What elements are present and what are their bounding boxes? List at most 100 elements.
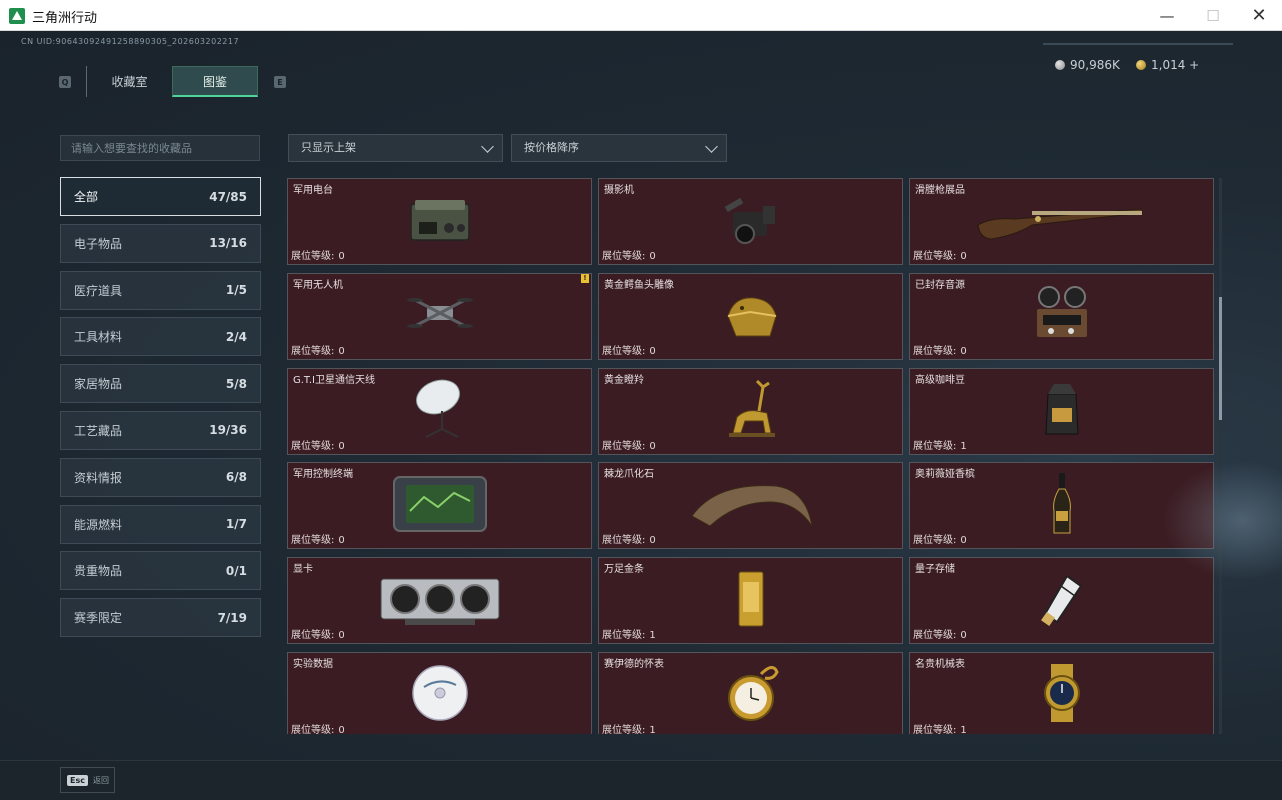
collection-item-card[interactable]: 量子存储 展位等级: 0 bbox=[909, 557, 1214, 645]
collection-item-card[interactable]: 黄金瞪羚展位等级: 0 bbox=[598, 367, 903, 455]
collection-item-card[interactable]: 黄金鳄鱼头雕像 展位等级: 0 bbox=[598, 272, 903, 360]
item-image bbox=[405, 288, 475, 344]
item-level-label: 展位等级: bbox=[291, 345, 335, 357]
collection-item-card[interactable]: 奥莉薇娅香槟 展位等级: 0 bbox=[909, 462, 1214, 550]
app-logo-icon bbox=[9, 8, 25, 24]
item-level-label: 展位等级: bbox=[602, 345, 646, 357]
item-grid: 军用电台 展位等级: 0 摄影机 展位等级: 0 滑膛枪展品 展位等级: 0 军用无人机 展位等级:… bbox=[287, 178, 1214, 734]
item-name: 已封存音源 bbox=[915, 279, 965, 291]
category-label: 资料情报 bbox=[74, 470, 123, 485]
item-level: 展位等级: 0 bbox=[602, 437, 656, 452]
item-image bbox=[720, 286, 782, 346]
item-level-label: 展位等级: bbox=[602, 630, 646, 642]
search-input[interactable] bbox=[60, 135, 260, 161]
collection-item-card[interactable]: 军用无人机展位等级: 0! bbox=[287, 272, 592, 360]
category-count: 5/8 bbox=[225, 376, 247, 391]
tab-catalog[interactable]: 图鉴 bbox=[172, 66, 258, 97]
header-divider bbox=[1043, 43, 1233, 45]
item-level-label: 展位等级: bbox=[602, 535, 646, 547]
item-image bbox=[405, 192, 475, 252]
collection-item-card[interactable]: 显卡 展位等级: 0 bbox=[287, 557, 592, 645]
collection-item-card[interactable]: 已封存音源 展位等级: 0 bbox=[909, 272, 1214, 360]
item-level-label: 展位等级: bbox=[913, 251, 957, 262]
category-label: 工艺藏品 bbox=[74, 423, 123, 438]
category-label: 能源燃料 bbox=[74, 517, 123, 532]
item-name: 高级咖啡豆 bbox=[915, 374, 965, 386]
category-count: 1/7 bbox=[225, 517, 247, 532]
item-image bbox=[410, 663, 470, 727]
category-item[interactable]: 工具材料 2/4 bbox=[60, 317, 261, 357]
minimize-button[interactable]: — bbox=[1144, 0, 1190, 31]
category-count: 1/5 bbox=[225, 283, 247, 298]
maximize-button[interactable]: ☐ bbox=[1190, 0, 1236, 31]
collection-item-card[interactable]: 滑膛枪展品展位等级: 0 bbox=[909, 178, 1214, 265]
item-level-value: 0 bbox=[338, 345, 345, 357]
shelf-filter-dropdown[interactable]: 只显示上架 bbox=[288, 134, 503, 162]
item-image bbox=[375, 571, 505, 631]
item-image bbox=[1037, 570, 1087, 632]
sort-dropdown[interactable]: 按价格降序 bbox=[511, 134, 727, 162]
item-level-label: 展位等级: bbox=[602, 724, 646, 734]
item-level: 展位等级: 0 bbox=[602, 247, 656, 262]
item-level: 展位等级: 0 bbox=[913, 247, 967, 262]
scrollbar-track[interactable] bbox=[1219, 178, 1222, 734]
silver-coin-icon bbox=[1055, 60, 1065, 70]
collection-item-card[interactable]: G.T.I卫星通信天线 展位等级: 0 bbox=[287, 367, 592, 455]
item-level-value: 1 bbox=[649, 630, 656, 642]
collection-item-card[interactable]: 军用电台 展位等级: 0 bbox=[287, 178, 592, 265]
scrollbar-thumb[interactable] bbox=[1219, 297, 1222, 420]
item-level-value: 1 bbox=[960, 440, 967, 452]
item-level-label: 展位等级: bbox=[913, 440, 957, 452]
collection-item-card[interactable]: 赛伊德的怀表 展位等级: 1 bbox=[598, 651, 903, 734]
item-name: 滑膛枪展品 bbox=[915, 185, 965, 196]
collection-item-card[interactable]: 军用控制终端 展位等级: 0 bbox=[287, 462, 592, 550]
item-name: 军用控制终端 bbox=[293, 469, 353, 481]
item-level: 展位等级: 1 bbox=[913, 721, 967, 734]
item-image bbox=[1031, 285, 1093, 347]
bottom-bar: Esc 返回 bbox=[0, 760, 1282, 800]
category-item[interactable]: 贵重物品 0/1 bbox=[60, 551, 261, 591]
collection-item-card[interactable]: 高级咖啡豆展位等级: 1 bbox=[909, 367, 1214, 455]
window-title: 三角洲行动 bbox=[32, 11, 98, 26]
item-level-value: 0 bbox=[649, 535, 656, 547]
category-item[interactable]: 工艺藏品 19/36 bbox=[60, 410, 261, 450]
item-level-value: 0 bbox=[960, 251, 967, 262]
item-image bbox=[972, 195, 1152, 249]
category-item[interactable]: 全部 47/85 bbox=[60, 177, 261, 216]
item-level-value: 1 bbox=[649, 724, 656, 734]
tab-collection-room[interactable]: 收藏室 bbox=[86, 66, 172, 97]
tab-next-key: E bbox=[274, 76, 286, 88]
item-image bbox=[721, 658, 781, 732]
category-item[interactable]: 赛季限定 7/19 bbox=[60, 598, 261, 638]
item-name: 黄金鳄鱼头雕像 bbox=[604, 279, 674, 291]
close-button[interactable]: ✕ bbox=[1236, 0, 1282, 31]
collection-item-card[interactable]: 棘龙爪化石 展位等级: 0 bbox=[598, 462, 903, 550]
item-name: 黄金瞪羚 bbox=[604, 374, 644, 386]
collection-item-card[interactable]: 摄影机展位等级: 0 bbox=[598, 178, 903, 265]
item-level-label: 展位等级: bbox=[291, 630, 335, 642]
item-image bbox=[1050, 471, 1074, 541]
gold-currency[interactable]: 1,014 + bbox=[1136, 58, 1199, 72]
esc-key: Esc bbox=[67, 774, 88, 786]
category-count: 0/1 bbox=[225, 563, 247, 578]
category-item[interactable]: 电子物品 13/16 bbox=[60, 223, 261, 263]
tab-prev-key: Q bbox=[59, 76, 71, 88]
item-level-value: 0 bbox=[338, 251, 345, 262]
item-level-label: 展位等级: bbox=[602, 251, 646, 262]
collection-item-card[interactable]: 名贵机械表 展位等级: 1 bbox=[909, 651, 1214, 734]
collection-item-card[interactable]: 万足金条 展位等级: 1 bbox=[598, 557, 903, 645]
item-level-label: 展位等级: bbox=[913, 630, 957, 642]
item-level: 展位等级: 0 bbox=[291, 247, 345, 262]
category-item[interactable]: 医疗道具 1/5 bbox=[60, 270, 261, 310]
alert-badge-icon: ! bbox=[581, 273, 589, 283]
item-name: 军用无人机 bbox=[293, 279, 343, 291]
category-item[interactable]: 资料情报 6/8 bbox=[60, 457, 261, 497]
back-button[interactable]: Esc 返回 bbox=[60, 767, 115, 793]
category-item[interactable]: 能源燃料 1/7 bbox=[60, 504, 261, 544]
item-name: 摄影机 bbox=[604, 185, 634, 196]
sort-value: 按价格降序 bbox=[524, 141, 579, 154]
category-item[interactable]: 家居物品 5/8 bbox=[60, 364, 261, 404]
window-titlebar: 三角洲行动 — ☐ ✕ bbox=[0, 0, 1282, 31]
item-level: 展位等级: 0 bbox=[291, 437, 345, 452]
collection-item-card[interactable]: 实验数据 展位等级: 0 bbox=[287, 651, 592, 734]
